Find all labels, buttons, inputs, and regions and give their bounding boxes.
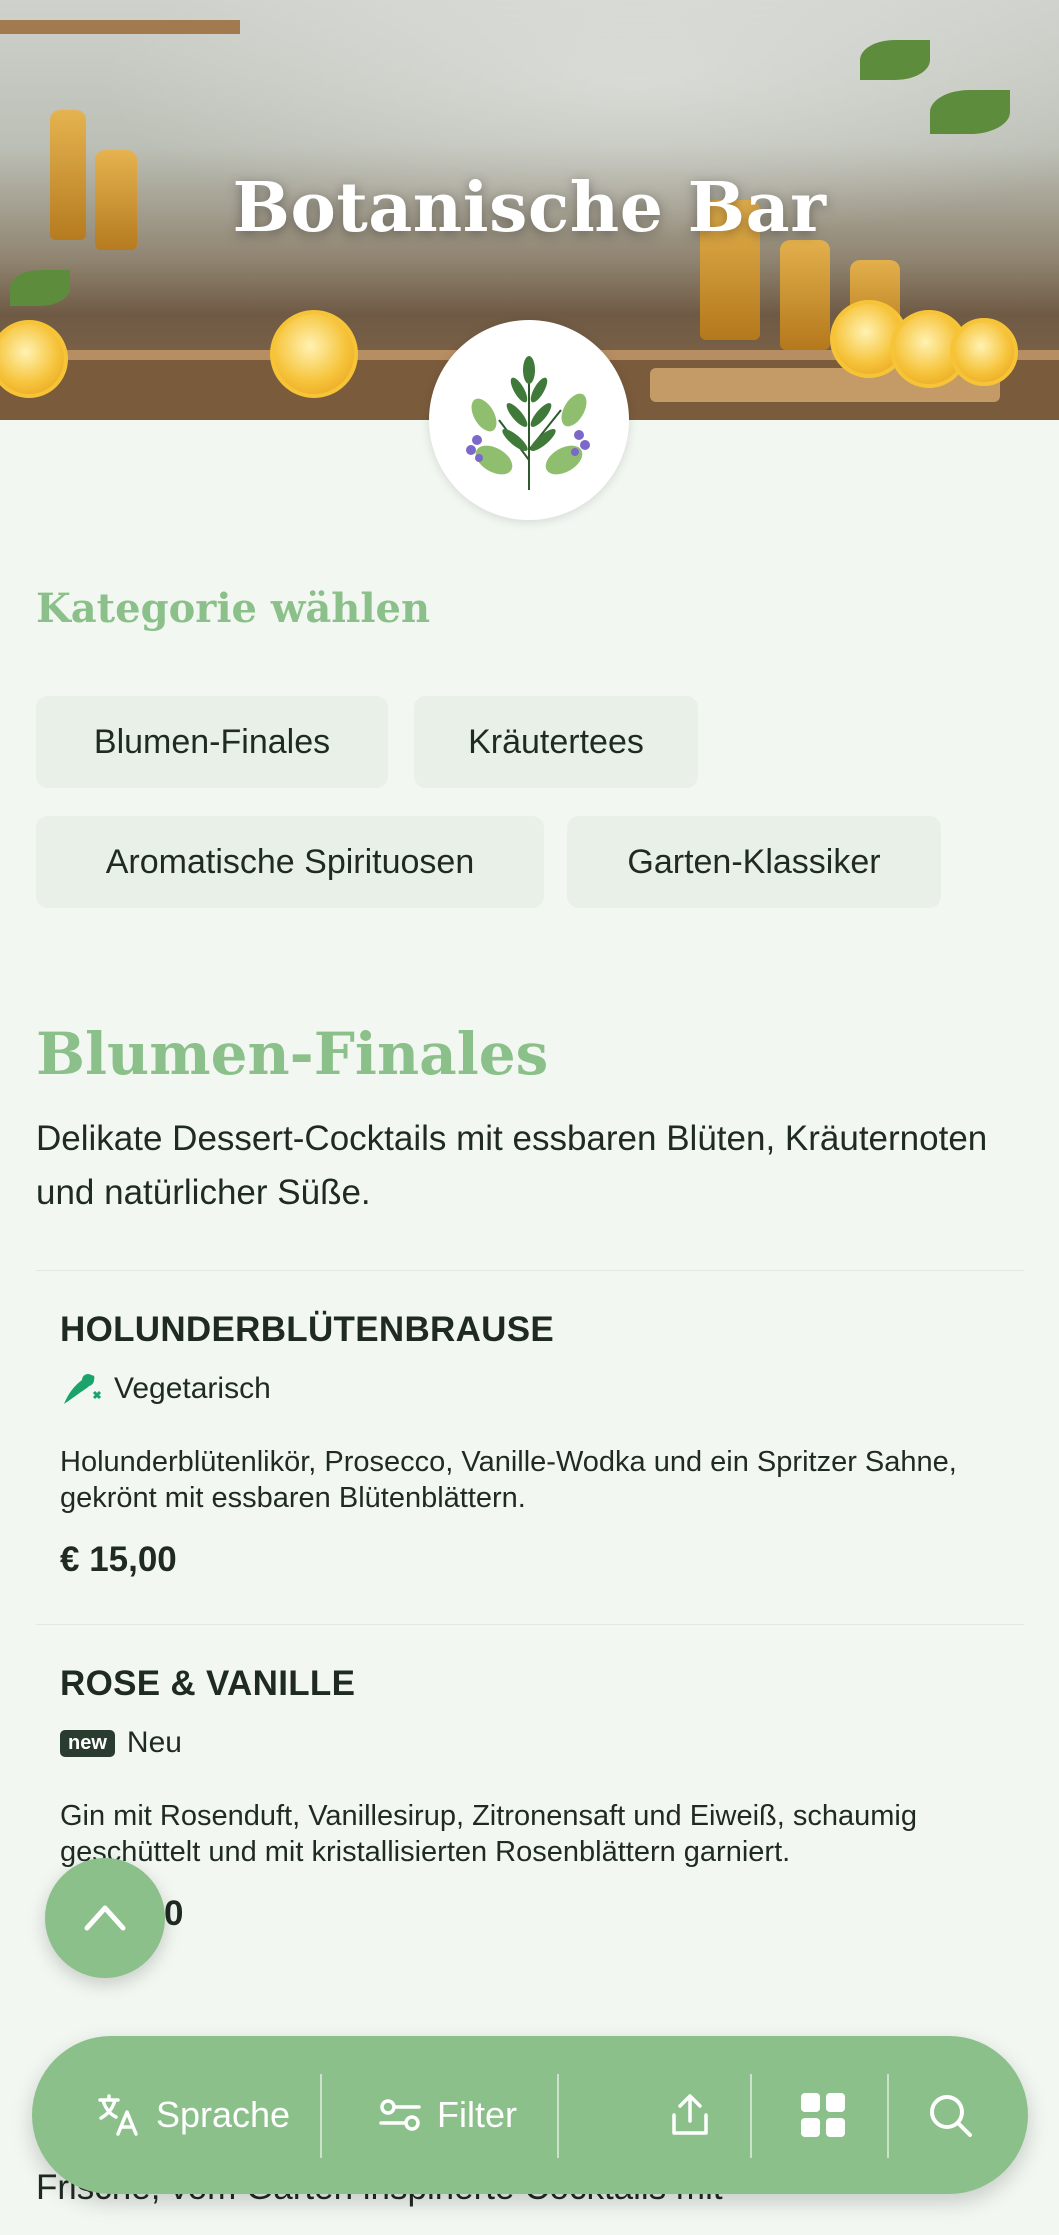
divider xyxy=(36,1624,1024,1625)
dietary-tag-label: Vegetarisch xyxy=(114,1372,271,1405)
leaf-decor xyxy=(860,40,930,80)
menu-item-description: Gin mit Rosenduft, Vanillesirup, Zitrone… xyxy=(60,1800,917,1868)
share-icon xyxy=(672,2094,708,2135)
chip-aromatische-spirituosen[interactable]: Aromatische Spirituosen xyxy=(36,816,544,908)
menu-item-description: Holunderblütenlikör, Prosecco, Vanille-W… xyxy=(60,1446,957,1514)
grid-view-button[interactable] xyxy=(770,2036,890,2194)
new-badge: new xyxy=(60,1729,115,1757)
new-tag: new Neu xyxy=(60,1726,182,1760)
filter-label: Filter xyxy=(437,2094,517,2135)
translate-icon xyxy=(98,2094,138,2136)
chip-blumen-finales[interactable]: Blumen-Finales xyxy=(36,696,388,788)
share-button[interactable] xyxy=(632,2036,762,2194)
bottom-toolbar: Sprache Filter xyxy=(32,2036,1028,2194)
category-heading: Kategorie wählen xyxy=(36,585,431,632)
dietary-tag: Vegetarisch xyxy=(60,1370,271,1408)
section-title: Blumen-Finales xyxy=(36,1020,549,1088)
scroll-to-top-button[interactable] xyxy=(45,1858,165,1978)
toolbar-separator xyxy=(557,2074,559,2158)
menu-item-price: 0 xyxy=(164,1894,184,1933)
chevron-up-icon xyxy=(84,1905,126,1931)
toolbar-separator xyxy=(887,2074,889,2158)
toolbar-separator xyxy=(750,2074,752,2158)
search-button[interactable] xyxy=(902,2036,1012,2194)
leaf-decor xyxy=(10,270,70,306)
filter-button[interactable]: Filter xyxy=(342,2036,552,2194)
language-label: Sprache xyxy=(155,2094,291,2135)
menu-item-name: HOLUNDERBLÜTENBRAUSE xyxy=(60,1310,555,1349)
new-tag-label: Neu xyxy=(126,1726,182,1759)
chip-garten-klassiker[interactable]: Garten-Klassiker xyxy=(567,816,941,908)
divider xyxy=(36,1270,1024,1271)
herb-logo-icon xyxy=(466,356,590,490)
search-icon xyxy=(930,2095,972,2137)
page-title: Botanische Bar xyxy=(232,168,827,248)
vegetarian-icon xyxy=(64,1374,102,1404)
logo xyxy=(429,320,629,520)
menu-item-price: € 15,00 xyxy=(60,1540,177,1579)
filter-icon xyxy=(379,2099,421,2131)
lemon-image xyxy=(950,318,1018,386)
language-button[interactable]: Sprache xyxy=(68,2036,318,2194)
menu-item-name: ROSE & VANILLE xyxy=(60,1664,356,1703)
hero-shelf xyxy=(0,20,240,34)
lemon-image xyxy=(270,310,358,398)
leaf-decor xyxy=(930,90,1010,134)
bottle-image xyxy=(780,240,830,350)
toolbar-separator xyxy=(320,2074,322,2158)
grid-icon xyxy=(801,2093,845,2137)
section-description: Delikate Dessert-Cocktails mit essbaren … xyxy=(36,1119,988,1212)
chip-kraeutertees[interactable]: Kräutertees xyxy=(414,696,698,788)
